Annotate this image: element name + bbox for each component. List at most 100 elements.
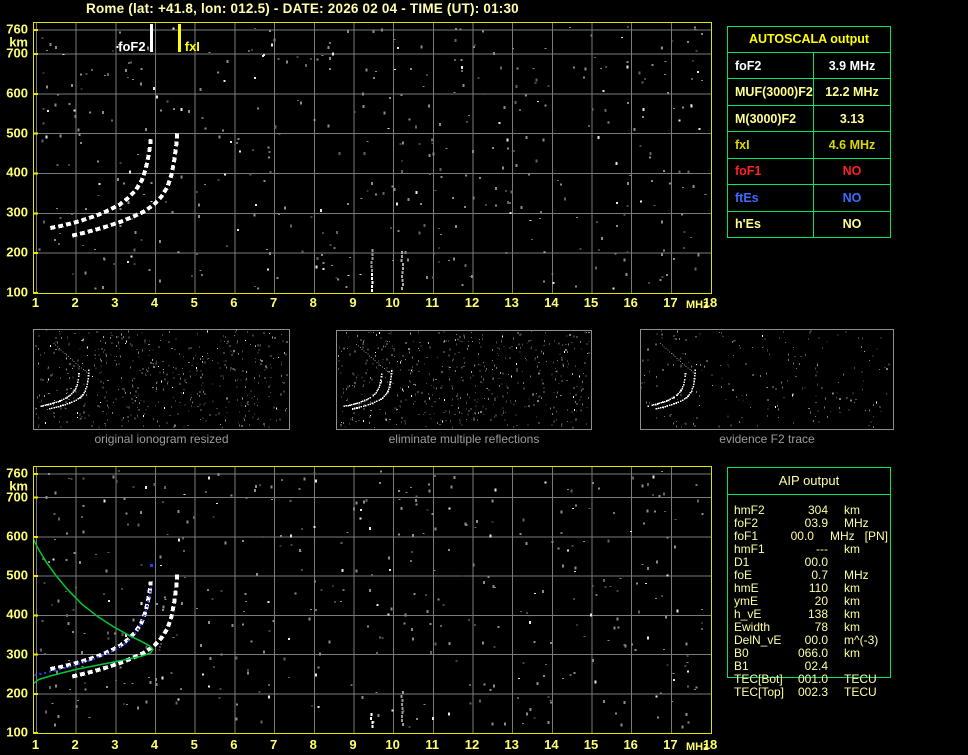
- noise-dot: [497, 397, 498, 398]
- noise-dot: [569, 674, 571, 676]
- noise-dot: [276, 420, 277, 422]
- noise-dot: [424, 363, 425, 364]
- noise-dot: [147, 370, 148, 371]
- noise-dot: [104, 350, 105, 351]
- thumb-streak-dot: [367, 354, 368, 355]
- noise-dot: [66, 393, 67, 394]
- noise-dot: [182, 368, 183, 369]
- thumb-trace-dot: [389, 384, 391, 386]
- noise-dot: [657, 385, 658, 387]
- noise-dot: [455, 339, 456, 341]
- x-tick-label: 11: [425, 295, 439, 310]
- noise-dot: [221, 653, 223, 655]
- noise-dot: [160, 340, 161, 341]
- noise-dot: [235, 331, 236, 332]
- noise-dot: [506, 253, 508, 254]
- noise-dot: [385, 377, 386, 378]
- noise-dot: [505, 191, 507, 192]
- noise-dot: [182, 538, 184, 540]
- noise-dot: [112, 413, 113, 414]
- noise-dot: [131, 398, 132, 400]
- noise-dot: [167, 382, 168, 384]
- noise-dot: [537, 356, 538, 358]
- noise-dot: [417, 363, 418, 365]
- noise-dot: [44, 395, 45, 397]
- noise-dot: [347, 203, 349, 205]
- noise-dot: [506, 386, 507, 388]
- noise-dot: [465, 175, 467, 177]
- thumb-streak-dot: [61, 350, 62, 351]
- noise-dot: [562, 564, 564, 567]
- noise-dot: [79, 561, 81, 564]
- noise-dot: [243, 611, 245, 612]
- noise-dot: [270, 364, 271, 365]
- noise-dot: [473, 197, 475, 200]
- noise-dot: [140, 82, 142, 85]
- noise-dot: [580, 409, 581, 411]
- noise-dot: [169, 341, 170, 343]
- noise-dot: [246, 498, 248, 499]
- noise-dot: [389, 569, 391, 571]
- noise-dot: [43, 221, 45, 224]
- noise-dot: [196, 608, 198, 609]
- noise-dot: [434, 190, 436, 191]
- noise-dot: [614, 253, 616, 254]
- x-tick-label: 2: [72, 295, 79, 310]
- noise-dot: [581, 386, 582, 387]
- noise-dot: [237, 138, 239, 140]
- y-axis-tick: [34, 473, 38, 475]
- noise-dot: [701, 623, 703, 624]
- noise-dot: [285, 410, 286, 412]
- thumb-streak-dot: [79, 366, 80, 367]
- noise-dot: [126, 340, 127, 342]
- noise-dot: [68, 478, 70, 479]
- thumb-streak-dot: [678, 359, 679, 360]
- noise-dot: [543, 251, 545, 252]
- thumb-trace-dot: [61, 399, 63, 401]
- noise-dot: [131, 219, 133, 220]
- noise-dot: [496, 367, 497, 369]
- noise-dot: [238, 353, 239, 355]
- thumb-streak-dot: [375, 360, 376, 361]
- noise-dot: [445, 340, 446, 341]
- noise-dot: [81, 516, 83, 518]
- noise-dot: [416, 496, 418, 498]
- noise-dot: [830, 411, 831, 412]
- noise-dot: [270, 377, 271, 378]
- noise-dot: [696, 484, 698, 485]
- noise-dot: [850, 400, 851, 402]
- noise-dot: [502, 396, 503, 398]
- noise-dot: [492, 500, 494, 503]
- thumb-trace-dot: [662, 401, 664, 403]
- noise-dot: [134, 231, 136, 234]
- noise-dot: [47, 393, 48, 394]
- interference-stripe: [401, 719, 403, 722]
- noise-dot: [373, 363, 374, 364]
- noise-dot: [205, 403, 206, 404]
- noise-dot: [244, 417, 245, 418]
- thumb-trace-dot: [354, 408, 356, 410]
- noise-dot: [111, 335, 112, 336]
- noise-dot: [669, 415, 670, 417]
- noise-dot: [685, 665, 687, 666]
- noise-dot: [573, 396, 574, 398]
- noise-dot: [137, 154, 139, 155]
- noise-dot: [191, 397, 192, 398]
- noise-dot: [278, 409, 279, 410]
- noise-dot: [450, 367, 451, 368]
- noise-dot: [180, 392, 181, 393]
- noise-dot: [818, 421, 819, 423]
- noise-dot: [684, 422, 685, 424]
- x-tick-label: 13: [504, 737, 518, 752]
- noise-dot: [121, 333, 122, 335]
- noise-dot: [340, 542, 342, 544]
- thumb-trace-dot: [355, 403, 357, 405]
- noise-dot: [442, 421, 443, 423]
- y-axis-tick: [34, 53, 38, 55]
- noise-dot: [541, 350, 542, 352]
- aip-table-rows: hmF2304kmfoF203.9MHzfoF100.0MHz[PN]hmF1-…: [734, 504, 888, 699]
- noise-dot: [455, 39, 457, 42]
- y-axis-tick: [34, 29, 38, 31]
- noise-dot: [106, 570, 108, 573]
- noise-dot: [546, 404, 547, 405]
